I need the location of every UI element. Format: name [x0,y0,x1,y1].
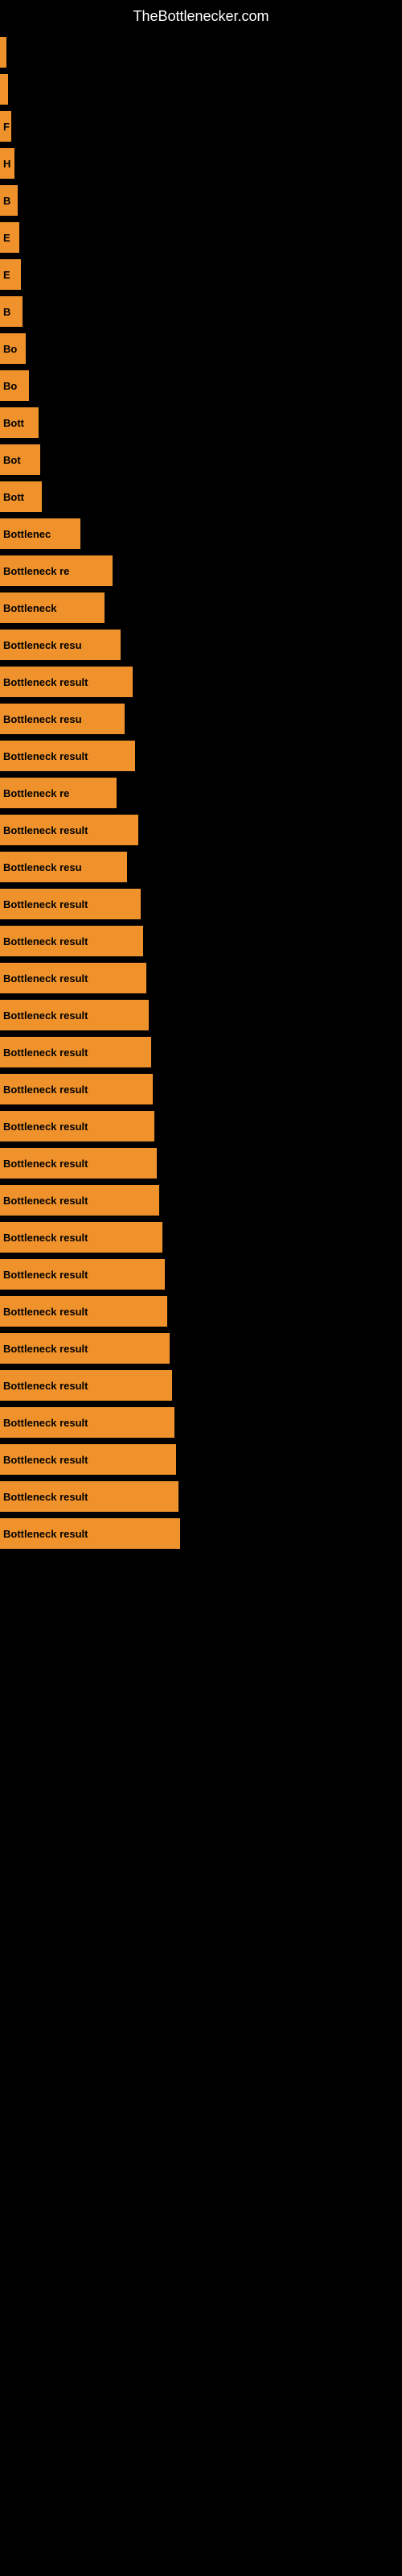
bar-item [0,37,6,68]
bar-row [0,37,402,68]
bar-item: Bottleneck result [0,926,143,956]
bar-row: Bottleneck result [0,1148,402,1179]
bar-item: B [0,296,23,327]
bar-row: Bo [0,333,402,364]
bar-item: Bottleneck result [0,1222,162,1253]
bar-item: Bottleneck resu [0,630,121,660]
bar-item: Bottleneck re [0,555,113,586]
bar-item: Bottleneck result [0,1444,176,1475]
bar-row: Bottleneck result [0,1518,402,1549]
bar-row: Bottleneck resu [0,852,402,882]
bar-item: Bottleneck result [0,1481,178,1512]
bar-item: Bottleneck result [0,1370,172,1401]
bar-row: Bottleneck re [0,555,402,586]
bar-row: Bottleneck result [0,1444,402,1475]
bar-row: Bottleneck result [0,1000,402,1030]
bar-item: E [0,259,21,290]
bar-item: Bot [0,444,40,475]
bar-row: Bottleneck resu [0,704,402,734]
bar-row: E [0,259,402,290]
bar-row: Bottleneck result [0,667,402,697]
bar-row: Bottleneck result [0,1185,402,1216]
bar-row: Bottleneck result [0,1222,402,1253]
bar-row: Bottleneck result [0,1111,402,1141]
bar-row: F [0,111,402,142]
bar-item: Bottleneck result [0,963,146,993]
bar-item: B [0,185,18,216]
bar-item: Bo [0,333,26,364]
bar-item: Bottleneck result [0,1333,170,1364]
site-title: TheBottlenecker.com [0,0,402,37]
bar-row: Bottleneck result [0,815,402,845]
bar-item: Bottleneck result [0,1111,154,1141]
bar-row: Bottleneck result [0,1296,402,1327]
bar-item: Bottleneck result [0,1185,159,1216]
bar-item: Bottleneck result [0,1259,165,1290]
bar-row: Bottleneck result [0,963,402,993]
bar-item: Bottleneck re [0,778,117,808]
bar-row: Bott [0,407,402,438]
bar-item: Bottleneck result [0,815,138,845]
bar-item: H [0,148,14,179]
bars-container: FHBEEBBoBoBottBotBottBottlenecBottleneck… [0,37,402,1555]
bar-item: Bottlenec [0,518,80,549]
bar-row: E [0,222,402,253]
bar-item: Bo [0,370,29,401]
bar-item: Bottleneck result [0,741,135,771]
bar-item: Bottleneck result [0,667,133,697]
bar-item: Bottleneck result [0,1148,157,1179]
bar-row: Bottleneck resu [0,630,402,660]
bar-row: Bottleneck result [0,1037,402,1067]
bar-row: Bottleneck result [0,1370,402,1401]
bar-row: Bottleneck result [0,1259,402,1290]
bar-row: Bott [0,481,402,512]
bar-row: Bottleneck result [0,1481,402,1512]
bar-row [0,74,402,105]
bar-item: E [0,222,19,253]
bar-row: Bottlenec [0,518,402,549]
bar-item: Bottleneck [0,592,105,623]
bar-item: Bott [0,481,42,512]
bar-item: Bott [0,407,39,438]
bar-row: B [0,185,402,216]
bar-row: Bottleneck result [0,926,402,956]
bar-row: B [0,296,402,327]
bar-item: Bottleneck result [0,1074,153,1104]
bar-item: Bottleneck result [0,889,141,919]
bar-item: F [0,111,11,142]
bar-item: Bottleneck result [0,1296,167,1327]
bar-row: H [0,148,402,179]
bar-row: Bottleneck result [0,741,402,771]
bar-row: Bottleneck [0,592,402,623]
bar-item: Bottleneck result [0,1407,174,1438]
bar-item: Bottleneck resu [0,852,127,882]
bar-item [0,74,8,105]
bar-row: Bottleneck result [0,1074,402,1104]
bar-row: Bottleneck result [0,1407,402,1438]
bar-item: Bottleneck resu [0,704,125,734]
bar-item: Bottleneck result [0,1518,180,1549]
bar-row: Bottleneck result [0,1333,402,1364]
bar-row: Bo [0,370,402,401]
bar-item: Bottleneck result [0,1037,151,1067]
bar-item: Bottleneck result [0,1000,149,1030]
bar-row: Bot [0,444,402,475]
bar-row: Bottleneck re [0,778,402,808]
bar-row: Bottleneck result [0,889,402,919]
